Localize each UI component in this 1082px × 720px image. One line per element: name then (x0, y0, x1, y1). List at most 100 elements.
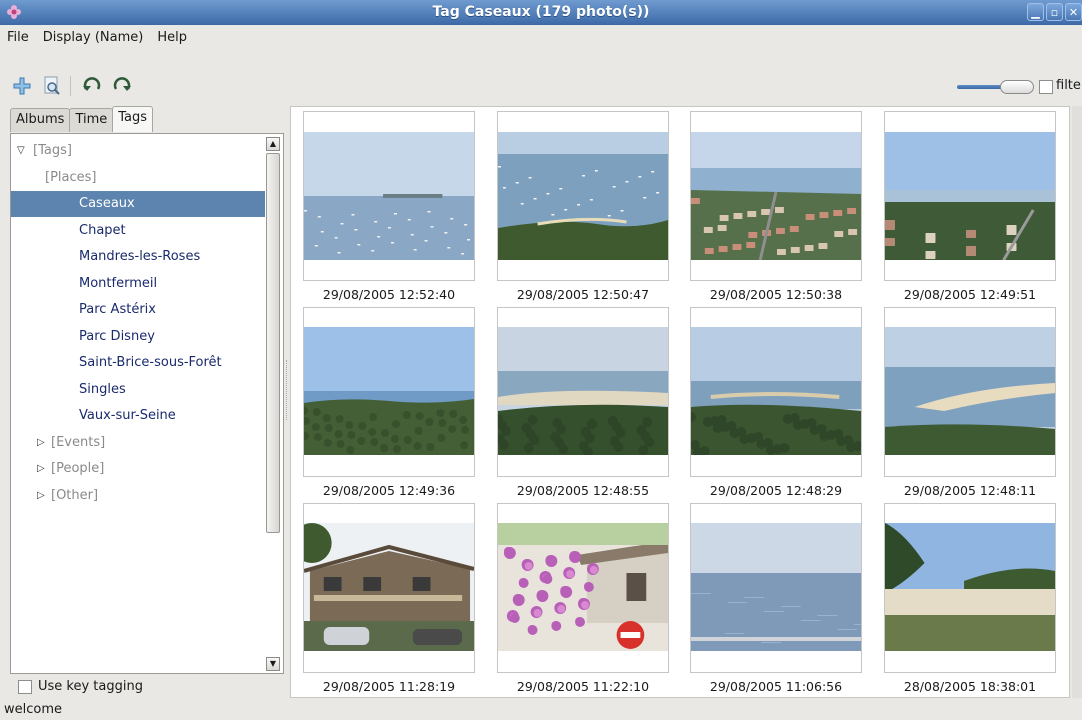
photo-image (885, 327, 1055, 455)
photo-date: 29/08/2005 11:28:19 (322, 679, 456, 694)
tree-item-label: Parc Disney (79, 328, 155, 344)
tree-item-label: Singles (79, 381, 126, 397)
tag-tree: ▽ [Tags] [Places] Caseaux Chapet Mandres-les-… (10, 133, 284, 674)
tree-item[interactable]: Mandres-les-Roses (11, 244, 265, 270)
tree-item[interactable]: Vaux-sur-Seine (11, 403, 265, 429)
minimize-icon[interactable]: ▁ (1027, 3, 1044, 21)
tree-item-label: [Events] (51, 434, 106, 450)
rotate-right-icon[interactable] (110, 74, 134, 98)
tree-item[interactable]: [Places] (11, 165, 265, 191)
tree-item-label: Caseaux (79, 196, 135, 211)
photo-image (498, 523, 668, 651)
tree-item[interactable]: Montfermeil (11, 271, 265, 297)
tree-item-label: [Tags] (33, 143, 72, 158)
rotate-left-icon[interactable] (80, 74, 104, 98)
add-icon[interactable] (10, 74, 34, 98)
filter-checkbox[interactable] (1039, 80, 1053, 94)
tree-item-label: Mandres-les-Roses (79, 249, 201, 264)
expander-open-icon[interactable]: ▽ (17, 138, 25, 164)
tree-item-label: Chapet (79, 222, 126, 238)
menu-file[interactable]: File (0, 30, 36, 45)
photo-thumbnail[interactable] (497, 307, 669, 477)
menu-display[interactable]: Display (Name) (36, 30, 151, 45)
menu-help[interactable]: Help (150, 30, 194, 45)
photo-image (885, 523, 1055, 651)
photo-date: 29/08/2005 11:22:10 (516, 679, 650, 694)
tree-item-label: Vaux-sur-Seine (79, 408, 176, 423)
photo-date: 29/08/2005 12:50:38 (709, 287, 843, 302)
photo-date: 29/08/2005 12:49:51 (903, 287, 1037, 302)
maximize-icon[interactable]: ▫ (1046, 3, 1063, 21)
tree-item-label: Saint-Brice-sous-Forêt (79, 355, 222, 370)
toolbar (0, 69, 1082, 103)
tree-item-label: Montfermeil (79, 275, 158, 291)
photo-image (304, 523, 474, 651)
photo-date: 29/08/2005 11:06:56 (709, 679, 843, 694)
tree-item[interactable]: Singles (11, 377, 265, 403)
filter-label: filte (1056, 78, 1081, 93)
photo-image (304, 327, 474, 455)
photo-date: 29/08/2005 12:52:40 (322, 287, 456, 302)
key-tagging-option[interactable]: Use key tagging (18, 679, 143, 694)
sidebar-tabs: Albums Time Tags (10, 106, 154, 132)
tree-item-label: [Places] (45, 169, 97, 185)
tree-item-label: [Other] (51, 487, 99, 503)
photo-date: 29/08/2005 12:49:36 (322, 483, 456, 498)
tree-item[interactable]: ▷ [People] (11, 456, 265, 482)
pane-splitter[interactable] (286, 360, 289, 420)
tree-item[interactable]: ▷ [Other] (11, 483, 265, 509)
photo-thumbnail[interactable] (690, 111, 862, 281)
tree-item[interactable]: ▽ [Tags] (11, 138, 265, 164)
scrollbar-thumb[interactable] (266, 153, 280, 533)
close-icon[interactable]: ✕ (1065, 3, 1082, 21)
tree-item-label: Parc Astérix (79, 302, 156, 317)
photo-date: 29/08/2005 12:50:47 (516, 287, 650, 302)
photo-date: 29/08/2005 12:48:55 (516, 483, 650, 498)
photo-thumbnail[interactable] (303, 111, 475, 281)
tree-item[interactable]: Saint-Brice-sous-Forêt (11, 350, 265, 376)
tree-item[interactable]: Chapet (11, 218, 265, 244)
expander-closed-icon[interactable]: ▷ (37, 456, 45, 482)
photo-image (691, 327, 861, 455)
photo-thumbnail[interactable] (303, 503, 475, 673)
photo-grid: 29/08/2005 12:52:40 29/08/2005 12:50:47 29… (290, 106, 1070, 698)
photo-date: 29/08/2005 12:48:29 (709, 483, 843, 498)
photo-image (691, 523, 861, 651)
scroll-up-icon[interactable]: ▲ (266, 137, 280, 151)
scroll-down-icon[interactable]: ▼ (266, 657, 280, 671)
status-bar: welcome (4, 702, 63, 717)
photo-image (498, 132, 668, 260)
photo-thumbnail[interactable] (884, 111, 1056, 281)
tab-tags[interactable]: Tags (112, 106, 154, 132)
tab-time[interactable]: Time (69, 108, 114, 132)
photo-image (691, 132, 861, 260)
key-tagging-checkbox[interactable] (18, 679, 32, 694)
menu-bar: File Display (Name) Help (0, 25, 1082, 49)
key-tagging-label: Use key tagging (38, 679, 143, 694)
photo-thumbnail[interactable] (497, 111, 669, 281)
zoom-slider-thumb[interactable] (1000, 80, 1034, 94)
search-photos-icon[interactable] (40, 74, 64, 98)
tree-scrollbar[interactable]: ▲ ▼ (265, 137, 281, 671)
tree-item[interactable]: Parc Disney (11, 324, 265, 350)
tree-item[interactable]: Caseaux (11, 191, 265, 217)
window-title: Tag Caseaux (179 photo(s)) (432, 4, 650, 20)
photo-date: 28/08/2005 18:38:01 (903, 679, 1037, 694)
photo-thumbnail[interactable] (690, 307, 862, 477)
photo-thumbnail[interactable] (690, 503, 862, 673)
expander-closed-icon[interactable]: ▷ (37, 483, 45, 509)
photo-image (304, 132, 474, 260)
expander-closed-icon[interactable]: ▷ (37, 430, 45, 456)
photo-thumbnail[interactable] (884, 503, 1056, 673)
photo-image (498, 327, 668, 455)
tree-item[interactable]: Parc Astérix (11, 297, 265, 323)
photo-thumbnail[interactable] (497, 503, 669, 673)
tree-item[interactable]: ▷ [Events] (11, 430, 265, 456)
photo-thumbnail[interactable] (303, 307, 475, 477)
grid-scrollbar[interactable] (1072, 106, 1082, 698)
photo-thumbnail[interactable] (884, 307, 1056, 477)
window-titlebar: Tag Caseaux (179 photo(s)) ▁ ▫ ✕ (0, 0, 1082, 25)
photo-image (885, 132, 1055, 260)
tree-item-label: [People] (51, 461, 105, 476)
tab-albums[interactable]: Albums (10, 108, 71, 132)
